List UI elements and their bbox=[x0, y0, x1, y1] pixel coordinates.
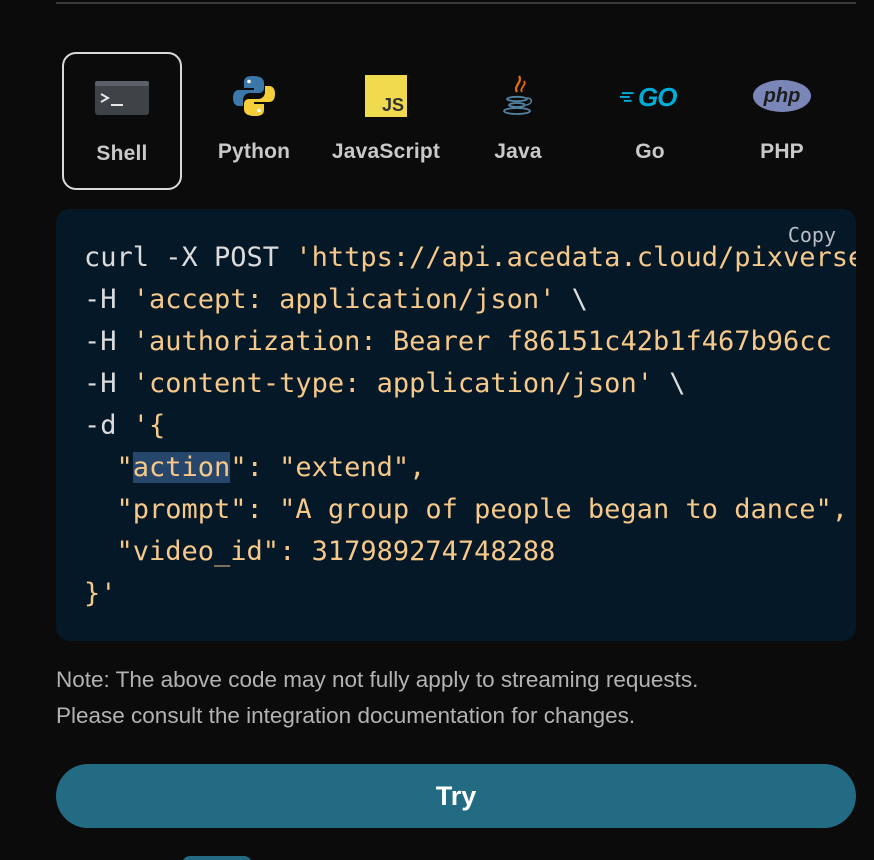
code-token: ": "extend", bbox=[230, 452, 426, 483]
api-code-sample-section: Shell Python JS JavaScript Java GO Go ph… bbox=[0, 0, 874, 860]
tab-python[interactable]: Python bbox=[194, 52, 314, 190]
code-token: 'authorization: Bearer f86151c42b1f467b9… bbox=[132, 326, 832, 357]
code-token: '{ bbox=[132, 410, 166, 441]
note-line: Please consult the integration documenta… bbox=[56, 703, 636, 728]
php-logo-icon: php bbox=[752, 74, 812, 118]
code-token: "video_id": 317989274748288 bbox=[84, 536, 556, 567]
code-token: -d bbox=[84, 410, 133, 441]
python-logo-icon bbox=[224, 74, 284, 118]
go-logo-icon: GO bbox=[620, 74, 680, 118]
streaming-note: Note: The above code may not fully apply… bbox=[56, 662, 856, 734]
code-token: "prompt": "A group of people began to da… bbox=[84, 494, 849, 525]
tab-label: Go bbox=[635, 140, 665, 163]
tab-label: PHP bbox=[760, 140, 804, 163]
tab-go[interactable]: GO Go bbox=[590, 52, 710, 190]
note-line: Note: The above code may not fully apply… bbox=[56, 667, 699, 692]
tab-php[interactable]: php PHP bbox=[722, 52, 842, 190]
code-token: \ bbox=[555, 284, 588, 315]
divider bbox=[56, 2, 856, 4]
tab-shell[interactable]: Shell bbox=[62, 52, 182, 190]
code-content[interactable]: curl -X POST 'https://api.acedata.cloud/… bbox=[84, 237, 856, 615]
code-line: -H 'content-type: application/json' \ bbox=[84, 363, 856, 405]
code-line: -H 'accept: application/json' \ bbox=[84, 279, 856, 321]
javascript-logo-icon: JS bbox=[356, 74, 416, 118]
tab-label: Shell bbox=[96, 142, 148, 165]
js-logo-text: JS bbox=[381, 95, 404, 115]
code-token: \ bbox=[652, 368, 686, 399]
tab-label: Java bbox=[494, 140, 542, 163]
tab-javascript[interactable]: JS JavaScript bbox=[326, 52, 446, 190]
code-token: -H bbox=[84, 326, 133, 357]
code-token: -H bbox=[84, 284, 133, 315]
code-token: curl -X POST bbox=[84, 242, 296, 273]
code-token: 'https://api.acedata.cloud/pixverse/vide… bbox=[295, 242, 856, 273]
code-block[interactable]: Copy curl -X POST 'https://api.acedata.c… bbox=[56, 209, 856, 641]
code-line: "action": "extend", bbox=[84, 447, 856, 489]
partial-button bbox=[182, 856, 252, 860]
code-line: "video_id": 317989274748288 bbox=[84, 531, 856, 573]
code-token: 'accept: application/json' bbox=[132, 284, 556, 315]
code-line: curl -X POST 'https://api.acedata.cloud/… bbox=[84, 237, 856, 279]
code-line: -H 'authorization: Bearer f86151c42b1f46… bbox=[84, 321, 856, 363]
try-button[interactable]: Try bbox=[56, 764, 856, 828]
code-line: "prompt": "A group of people began to da… bbox=[84, 489, 856, 531]
code-token: " bbox=[84, 452, 133, 483]
java-logo-icon bbox=[488, 74, 548, 118]
terminal-icon bbox=[92, 76, 152, 120]
go-logo-text: GO bbox=[638, 82, 677, 112]
language-tabs: Shell Python JS JavaScript Java GO Go ph… bbox=[62, 52, 854, 192]
code-token: -H bbox=[84, 368, 133, 399]
code-line: -d '{ bbox=[84, 405, 856, 447]
code-line: }' bbox=[84, 573, 856, 615]
tab-label: Python bbox=[217, 140, 291, 163]
selected-text: action bbox=[132, 452, 231, 483]
code-token: }' bbox=[84, 578, 117, 609]
tab-label: JavaScript bbox=[331, 140, 441, 163]
copy-button[interactable]: Copy bbox=[788, 223, 836, 247]
code-token: 'content-type: application/json' bbox=[132, 368, 653, 399]
tab-java[interactable]: Java bbox=[458, 52, 578, 190]
php-logo-text: php bbox=[763, 84, 801, 107]
